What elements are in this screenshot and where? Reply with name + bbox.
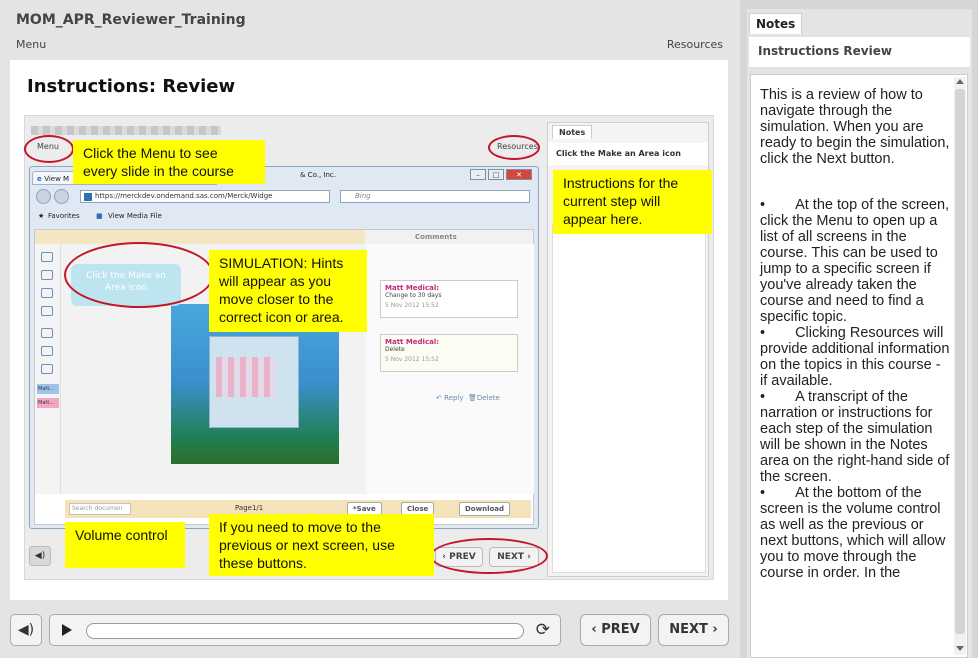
close-icon: ✕ [506, 169, 532, 180]
replay-icon[interactable]: ⟳ [536, 620, 550, 640]
zoom-out-icon [41, 346, 53, 356]
navigation-callout: If you need to move to the previous or n… [209, 514, 434, 576]
user-tag-2: Matt... [37, 398, 59, 408]
notes-bullet-text: At the top of the screen, click the Menu… [760, 197, 950, 325]
reply-icon: ↶ [436, 394, 445, 402]
download-button-shot: Download [459, 502, 511, 516]
resources-link[interactable]: Resources [667, 38, 723, 51]
minimize-icon: – [470, 169, 486, 180]
browser-window: e View M & Co., Inc. – □ ✕ https://merck… [29, 166, 539, 529]
favorites-label: Favorites [48, 212, 80, 220]
simulation-callout: SIMULATION: Hints will appear as you mov… [209, 250, 367, 332]
address-row: https://merckdev.ondemand.sas.com/Merck/… [34, 189, 534, 205]
notes-body: This is a review of how to navigate thro… [750, 74, 968, 658]
area-tool-icon [41, 270, 53, 280]
notes-intro: This is a review of how to navigate thro… [760, 87, 950, 167]
favorites-row: ★ Favorites ■ View Media File [34, 209, 534, 225]
play-icon[interactable] [62, 624, 72, 636]
scroll-up-icon[interactable] [956, 79, 964, 84]
user-tag-1: Matt... [37, 384, 59, 394]
document-search: Search documen [69, 503, 131, 515]
window-buttons: – □ ✕ [470, 169, 532, 180]
course-player: MOM_APR_Reviewer_Training Menu Resources… [0, 0, 740, 658]
notes-bullet-list: At the top of the screen, click the Menu… [760, 197, 950, 581]
comments-label: Comments [415, 233, 457, 241]
address-bar: https://merckdev.ondemand.sas.com/Merck/… [80, 190, 330, 203]
comment-date: 5 Nov 2012 15:52 [385, 356, 439, 363]
pen-tool-icon [41, 288, 53, 298]
comment-date: 5 Nov 2012 15:52 [385, 302, 439, 309]
notes-tab[interactable]: Notes [749, 13, 803, 34]
next-button[interactable]: NEXT › [658, 614, 729, 646]
comment-tool-icon [41, 252, 53, 262]
blurred-title [31, 126, 221, 135]
maximize-icon: □ [488, 169, 504, 180]
notes-bullet-text: Clicking Resources will provide addition… [760, 325, 950, 389]
delete-label: Delete [476, 394, 500, 402]
notes-bullet: A transcript of the narration or instruc… [760, 389, 950, 485]
page-indicator: Page1/1 [235, 504, 264, 512]
notes-scrollbar[interactable] [954, 77, 966, 655]
site-icon [84, 193, 92, 201]
browser-tab-company: & Co., Inc. [300, 171, 336, 179]
hand-tool-icon [41, 328, 53, 338]
screenshot-notes-body [552, 223, 706, 573]
star-icon: ★ [38, 212, 45, 220]
notes-bullet: At the bottom of the screen is the volum… [760, 485, 950, 581]
volume-callout: Volume control [65, 522, 185, 568]
reply-row: ↶ Reply 🗑Delete [436, 394, 500, 402]
comments-header: Comments [365, 230, 533, 244]
speaker-icon: ◀) [17, 622, 35, 638]
notes-bullet-text: A transcript of the narration or instruc… [760, 389, 950, 485]
tool-palette: Matt... Matt... [35, 244, 61, 494]
notes-header: Instructions Review [749, 37, 970, 67]
slide-title: Instructions: Review [27, 76, 236, 97]
strike-tool-icon [41, 306, 53, 316]
comment-text: Delete [385, 346, 405, 353]
screenshot-volume-icon: ◀) [29, 546, 51, 566]
notes-bullet-text: At the bottom of the screen is the volum… [760, 485, 946, 581]
back-icon [36, 189, 51, 204]
comment-card: Matt Medical: Change to 30 days 5 Nov 20… [380, 280, 518, 318]
trash-icon: 🗑 [467, 394, 477, 402]
forward-icon [54, 189, 69, 204]
volume-button[interactable]: ◀) [10, 614, 42, 646]
screenshot-notes-heading: Click the Make an Area icon [548, 143, 708, 165]
screenshot-notes-tab: Notes [552, 125, 593, 139]
menu-callout: Click the Menu to see every slide in the… [73, 140, 265, 184]
instructions-callout: Instructions for the current step will a… [553, 170, 712, 234]
comment-author: Matt Medical: [385, 338, 440, 346]
resources-highlight-ring [488, 135, 540, 160]
notes-bullet: At the top of the screen, click the Menu… [760, 197, 950, 325]
progress-bar[interactable] [86, 623, 524, 639]
notes-text: This is a review of how to navigate thro… [760, 87, 950, 581]
zoom-in-icon [41, 364, 53, 374]
comment-author: Matt Medical: [385, 284, 440, 292]
menu-highlight-ring [24, 135, 74, 163]
view-media-label: View Media File [108, 212, 162, 220]
course-title: MOM_APR_Reviewer_Training [16, 12, 246, 28]
scroll-thumb[interactable] [955, 89, 965, 634]
product-box-image [209, 336, 299, 428]
comment-text: Change to 30 days [385, 292, 442, 299]
notes-bullet: Clicking Resources will provide addition… [760, 325, 950, 389]
notes-panel: Notes Instructions Review This is a revi… [747, 9, 972, 658]
nav-highlight-ring [430, 538, 548, 574]
comments-pane: Matt Medical: Change to 30 days 5 Nov 20… [366, 244, 534, 494]
reply-label: Reply [444, 394, 464, 402]
address-url: https://merckdev.ondemand.sas.com/Merck/… [95, 192, 273, 200]
media-icon: ■ [96, 212, 103, 220]
browser-tab-title: View M [44, 175, 70, 183]
comment-card: Matt Medical: Delete 5 Nov 2012 15:52 [380, 334, 518, 372]
prev-button[interactable]: ‹ PREV [580, 614, 651, 646]
playback-bar: ⟳ [49, 614, 561, 646]
bing-placeholder: Bing [355, 192, 371, 200]
bing-search-box: Bing [340, 190, 530, 203]
hint-highlight-ring [64, 242, 214, 308]
scroll-down-icon[interactable] [956, 646, 964, 651]
menu-link[interactable]: Menu [16, 38, 46, 51]
slide-area: Instructions: Review Menu Resources Note… [10, 60, 728, 600]
